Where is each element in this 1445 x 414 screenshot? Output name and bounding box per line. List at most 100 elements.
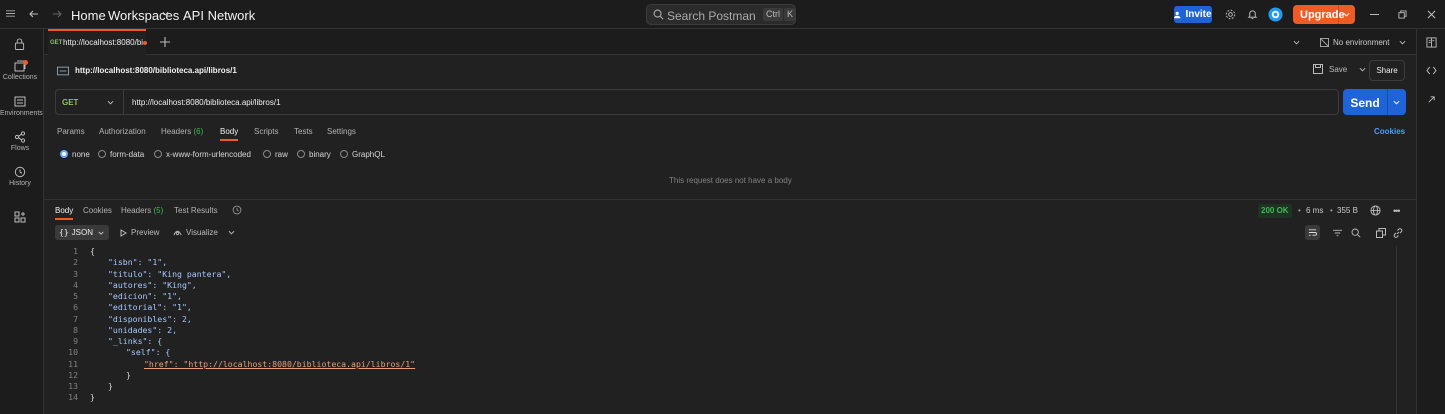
collections-icon (0, 60, 40, 72)
search-box[interactable]: Search Postman Ctrl K (646, 4, 797, 25)
code-icon[interactable] (1426, 66, 1437, 75)
save-dropdown-icon[interactable] (1359, 67, 1366, 72)
tab-scripts[interactable]: Scripts (254, 127, 278, 136)
configure-sidebar-icon[interactable] (14, 211, 26, 223)
new-tab-plus-icon[interactable] (160, 37, 170, 47)
visualize-button[interactable]: Visualize (173, 228, 235, 237)
tab-params[interactable]: Params (57, 127, 85, 136)
radio-binary[interactable]: binary (297, 150, 331, 159)
line-number: 2 (73, 257, 78, 268)
radio-x-www-form-urlencoded[interactable]: x-www-form-urlencoded (154, 150, 251, 159)
save-button[interactable]: Save (1313, 64, 1366, 74)
globe-icon[interactable] (1370, 205, 1381, 216)
tab-headers[interactable]: Headers (6) (161, 127, 203, 136)
documentation-icon[interactable] (1426, 37, 1437, 48)
code-line: 8 "unidades": 2, (60, 325, 415, 336)
search-icon[interactable] (1351, 228, 1361, 238)
send-label: Send (1350, 96, 1380, 110)
back-arrow-icon[interactable] (29, 9, 39, 19)
invite-button[interactable]: Invite (1174, 6, 1212, 23)
wrap-lines-button[interactable] (1305, 225, 1320, 240)
filter-icon[interactable] (1333, 229, 1342, 237)
sidebar-item-flows[interactable]: Flows (0, 131, 40, 152)
line-number: 10 (68, 347, 78, 358)
minimize-icon[interactable] (1370, 14, 1379, 15)
response-size[interactable]: 355 B (1337, 206, 1358, 215)
sidebar-item-collections[interactable]: Collections (0, 60, 40, 81)
sidebar-item-history[interactable]: History (0, 166, 40, 187)
menu-icon[interactable] (6, 9, 15, 18)
tab-body[interactable]: Body (220, 127, 238, 136)
url-input[interactable]: http://localhost:8080/biblioteca.api/lib… (132, 98, 281, 107)
preview-button[interactable]: Preview (120, 228, 159, 237)
response-tab-cookies[interactable]: Cookies (83, 206, 112, 215)
radio-dot (98, 150, 106, 158)
radio-none[interactable]: none (60, 150, 90, 159)
related-collections-icon[interactable] (1427, 95, 1436, 104)
share-button[interactable]: Share (1369, 60, 1405, 81)
http-request-icon (57, 66, 69, 76)
tab-tests[interactable]: Tests (294, 127, 313, 136)
code-text: "edicion": "1", (108, 291, 182, 301)
radio-raw[interactable]: raw (263, 150, 288, 159)
close-window-icon[interactable] (1427, 10, 1436, 19)
avatar[interactable] (1268, 7, 1283, 22)
forward-arrow-icon[interactable] (52, 9, 62, 19)
scrollbar-track[interactable] (1396, 246, 1397, 414)
radio-label: binary (309, 150, 331, 159)
code-text: "titulo": "King pantera", (108, 268, 232, 279)
code-line: 7 "disponibles": 2, (60, 314, 415, 325)
request-tab[interactable]: GET http://localhost:8080/bi (48, 29, 147, 55)
settings-gear-icon[interactable] (1225, 9, 1236, 20)
send-dropdown-icon[interactable] (1393, 100, 1400, 105)
restore-icon[interactable] (1398, 10, 1407, 19)
response-time[interactable]: 6 ms (1306, 206, 1323, 215)
code-line: 11 "href": "http://localhost:8080/bibliot… (60, 359, 415, 370)
tab-settings[interactable]: Settings (327, 127, 356, 136)
preview-label: Preview (131, 228, 160, 237)
upgrade-divider (1338, 5, 1339, 24)
cookies-link[interactable]: Cookies (1374, 127, 1405, 136)
request-title[interactable]: http://localhost:8080/biblioteca.api/lib… (75, 66, 237, 75)
tab-authorization[interactable]: Authorization (99, 127, 146, 136)
tabs-dropdown-icon[interactable] (1293, 40, 1300, 45)
search-placeholder: Search Postman (667, 9, 756, 23)
play-icon (120, 228, 127, 237)
line-number: 8 (73, 324, 78, 335)
radio-graphql[interactable]: GraphQL (340, 150, 385, 159)
home-link[interactable]: Home (71, 8, 106, 23)
method-label: GET (62, 97, 79, 107)
radio-form-data[interactable]: form-data (98, 150, 144, 159)
method-select[interactable]: GET (56, 90, 124, 114)
lock-icon[interactable] (14, 38, 25, 50)
radio-label: none (72, 150, 90, 159)
radio-label: raw (275, 150, 288, 159)
line-number: 14 (68, 392, 78, 403)
format-label: JSON (71, 228, 93, 237)
format-select[interactable]: {} JSON (55, 225, 109, 240)
line-number: 13 (68, 381, 78, 391)
right-panel (1416, 29, 1445, 414)
code-text: "href": "http://localhost:8080/bibliotec… (144, 358, 416, 369)
flows-icon (0, 131, 40, 143)
chevron-down-icon (98, 231, 104, 235)
sidebar-item-environments[interactable]: Environments (0, 96, 43, 117)
code-text: "_links": { (108, 336, 163, 346)
response-history-icon[interactable] (232, 205, 242, 215)
response-tab-headers[interactable]: Headers (5) (121, 206, 163, 215)
upgrade-chevron-icon[interactable] (1343, 12, 1350, 17)
more-options-icon[interactable]: ••• (1393, 206, 1401, 216)
code-text: "isbn": "1", (108, 257, 168, 268)
send-button[interactable]: Send (1343, 89, 1406, 115)
status-badge[interactable]: 200 OK (1258, 204, 1292, 218)
api-network-link[interactable]: API Network (183, 8, 255, 23)
link-icon[interactable] (1393, 228, 1403, 238)
environment-selector[interactable]: No environment (1320, 29, 1410, 55)
radio-dot (263, 150, 271, 158)
response-body-code[interactable]: 1{ 2 "isbn": "1", 3 "titulo": "King panter… (60, 246, 415, 404)
copy-icon[interactable] (1376, 228, 1386, 238)
response-tab-test-results[interactable]: Test Results (174, 206, 218, 215)
response-tab-body[interactable]: Body (55, 206, 73, 215)
upgrade-button[interactable]: Upgrade (1293, 5, 1355, 24)
notifications-bell-icon[interactable] (1247, 9, 1258, 20)
